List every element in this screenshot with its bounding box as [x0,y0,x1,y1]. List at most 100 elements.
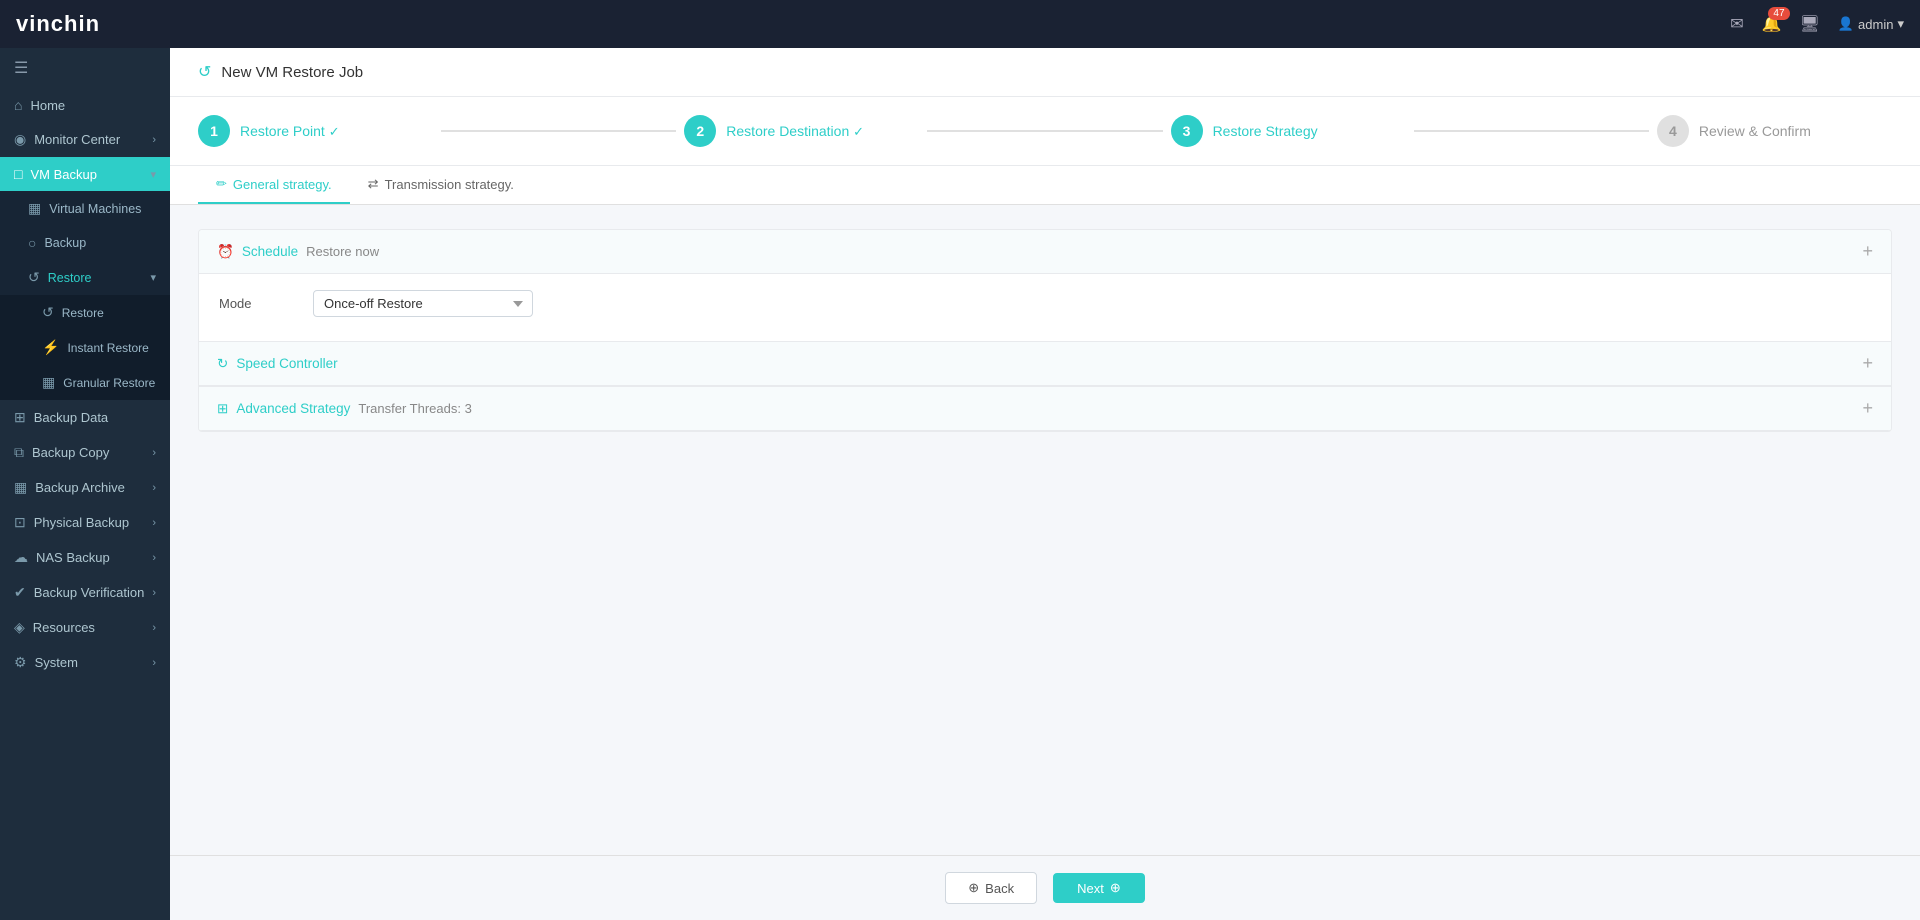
back-button[interactable]: ⊕ Back [945,872,1037,904]
step-1-label: Restore Point ✓ [240,123,340,140]
sidebar-label-backup-data: Backup Data [34,410,108,425]
sidebar: ☰ ⌂ Home ◉ Monitor Center › □ VM Backup … [0,48,170,920]
page-title: New VM Restore Job [221,64,363,81]
sidebar-item-nas-backup[interactable]: ☁ NAS Backup › [0,540,170,575]
sidebar-item-resources[interactable]: ◈ Resources › [0,610,170,645]
messages-icon[interactable]: ✉ [1730,14,1743,34]
logo-vin: vin [16,11,51,36]
notifications-icon[interactable]: 🔔 47 [1762,14,1782,34]
sidebar-item-system[interactable]: ⚙ System › [0,645,170,680]
step-2-label: Restore Destination ✓ [726,123,864,140]
sidebar-label-resources: Resources [33,620,95,635]
schedule-section-body: Mode Once-off Restore Scheduled Restore [199,274,1891,341]
speed-controller-header[interactable]: ↻ Speed Controller + [199,342,1891,386]
notification-badge: 47 [1768,7,1789,20]
back-label: Back [985,881,1014,896]
advanced-strategy-expand-icon[interactable]: + [1862,398,1873,419]
step-sep-3 [1414,130,1649,132]
schedule-section-header[interactable]: ⏰ Schedule Restore now + [199,230,1891,274]
monitor-icon[interactable]: 🖥 [1800,14,1820,34]
sidebar-sub-vm-backup: ▦ Virtual Machines ○ Backup ↺ Restore ▾ … [0,191,170,400]
next-button[interactable]: Next ⊕ [1053,873,1145,903]
step-3-circle: 3 [1171,115,1203,147]
speed-controller-header-left: ↻ Speed Controller [217,356,338,372]
tab-general-strategy[interactable]: ✏ General strategy. [198,166,350,204]
sidebar-label-nas-backup: NAS Backup [36,550,110,565]
page-header-icon: ↺ [198,62,211,82]
sidebar-item-home[interactable]: ⌂ Home [0,88,170,122]
sidebar-label-monitor-center: Monitor Center [34,132,120,147]
restore-sub-icon: ↺ [42,304,54,321]
backup-icon: ○ [28,235,36,251]
mode-form-row: Mode Once-off Restore Scheduled Restore [219,290,1871,317]
backup-archive-icon: ▦ [14,479,27,496]
advanced-strategy-icon: ⊞ [217,401,228,417]
granular-restore-icon: ▦ [42,374,55,391]
tab-general-label: General strategy. [233,177,332,192]
advanced-strategy-section: ⊞ Advanced Strategy Transfer Threads: 3 … [199,386,1891,431]
sidebar-item-virtual-machines[interactable]: ▦ Virtual Machines [0,191,170,226]
resources-icon: ◈ [14,619,25,636]
wizard-step-2: 2 Restore Destination ✓ [684,115,919,147]
sidebar-label-home: Home [30,98,65,113]
form-content: ⏰ Schedule Restore now + Mode Once-off R… [170,205,1920,855]
sidebar-item-physical-backup[interactable]: ⊡ Physical Backup › [0,505,170,540]
sidebar-item-backup-copy[interactable]: ⧉ Backup Copy › [0,435,170,470]
general-strategy-icon: ✏ [216,176,227,192]
schedule-expand-icon[interactable]: + [1862,241,1873,262]
user-menu[interactable]: 👤 admin ▾ [1838,16,1904,32]
page-footer: ⊕ Back Next ⊕ [170,855,1920,920]
tab-transmission-strategy[interactable]: ⇄ Transmission strategy. [350,166,532,204]
schedule-header-left: ⏰ Schedule Restore now [217,244,379,260]
step-2-circle: 2 [684,115,716,147]
physical-backup-icon: ⊡ [14,514,26,531]
tab-transmission-label: Transmission strategy. [385,177,514,192]
sidebar-item-monitor-center[interactable]: ◉ Monitor Center › [0,122,170,157]
step-sep-2 [927,130,1162,132]
schedule-icon: ⏰ [217,244,234,260]
speed-controller-icon: ↻ [217,356,228,372]
sidebar-toggle[interactable]: ☰ [0,48,170,88]
topnav-right: ✉ 🔔 47 🖥 👤 admin ▾ [1730,14,1904,34]
logo-chin: chin [51,11,100,36]
sidebar-label-restore-sub: Restore [62,306,104,320]
content-area: ↺ New VM Restore Job 1 Restore Point ✓ 2… [170,48,1920,920]
sidebar-item-instant-restore[interactable]: ⚡ Instant Restore [0,330,170,365]
sidebar-item-granular-restore[interactable]: ▦ Granular Restore [0,365,170,400]
mode-select[interactable]: Once-off Restore Scheduled Restore [313,290,533,317]
back-icon: ⊕ [968,880,979,896]
vm-backup-icon: □ [14,166,22,182]
tab-bar: ✏ General strategy. ⇄ Transmission strat… [170,166,1920,205]
restore-arrow: ▾ [150,271,156,284]
advanced-strategy-header[interactable]: ⊞ Advanced Strategy Transfer Threads: 3 … [199,387,1891,431]
backup-copy-arrow: › [152,447,156,459]
page-header: ↺ New VM Restore Job [170,48,1920,97]
backup-verification-arrow: › [152,587,156,599]
speed-controller-section: ↻ Speed Controller + [199,341,1891,386]
sidebar-item-backup-data[interactable]: ⊞ Backup Data [0,400,170,435]
sidebar-item-backup-archive[interactable]: ▦ Backup Archive › [0,470,170,505]
nas-backup-icon: ☁ [14,549,28,566]
advanced-strategy-header-left: ⊞ Advanced Strategy Transfer Threads: 3 [217,401,472,417]
user-label: admin [1858,17,1893,32]
speed-controller-expand-icon[interactable]: + [1862,353,1873,374]
step-4-circle: 4 [1657,115,1689,147]
user-icon: 👤 [1838,16,1854,32]
sidebar-label-system: System [35,655,78,670]
instant-restore-icon: ⚡ [42,339,59,356]
transmission-strategy-icon: ⇄ [368,176,379,192]
sidebar-item-restore[interactable]: ↺ Restore ▾ [0,260,170,295]
step-4-label: Review & Confirm [1699,123,1811,139]
sidebar-label-backup-archive: Backup Archive [35,480,125,495]
monitor-center-arrow: › [152,134,156,146]
sidebar-label-granular-restore: Granular Restore [63,376,155,390]
sidebar-item-backup-verification[interactable]: ✔ Backup Verification › [0,575,170,610]
sidebar-item-vm-backup[interactable]: □ VM Backup ▾ [0,157,170,191]
advanced-strategy-label: Advanced Strategy [236,401,350,416]
virtual-machines-icon: ▦ [28,200,41,217]
system-arrow: › [152,657,156,669]
sidebar-item-backup[interactable]: ○ Backup [0,226,170,260]
sidebar-item-restore-sub[interactable]: ↺ Restore [0,295,170,330]
schedule-label: Schedule [242,244,298,259]
logo: vinchin [16,11,100,37]
